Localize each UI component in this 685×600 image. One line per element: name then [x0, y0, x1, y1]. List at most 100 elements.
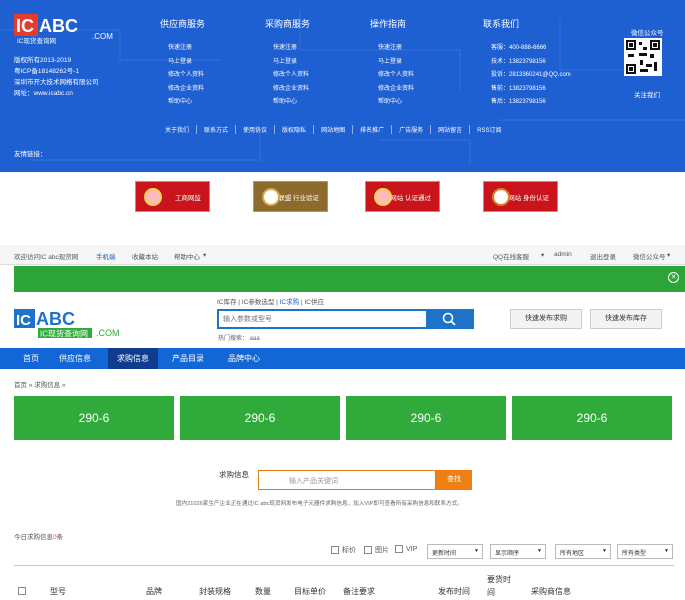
welcome-text: 欢迎访问IC abc现货网 — [14, 254, 79, 261]
icabc-logo[interactable]: IC ABC IC现货查询网 .COM — [14, 14, 134, 44]
footer-bottom-link[interactable]: 排名推广 — [353, 125, 393, 134]
publish-stock-button[interactable]: 快速发布库存 — [590, 309, 662, 329]
contact-line: 售前：13823798156 — [491, 85, 546, 92]
badge-label: 工商网监 — [175, 194, 201, 202]
badge-security[interactable]: 安全联盟 行业验证 — [253, 181, 328, 212]
footer-link[interactable]: 修改个人资料 — [265, 69, 310, 83]
footer-link[interactable]: 修改企业资料 — [370, 83, 414, 97]
order-select[interactable]: 显示顺序 — [490, 544, 546, 559]
nav-products[interactable]: 产品目录 — [163, 348, 213, 369]
footer-link[interactable]: 快速注册 — [265, 42, 310, 56]
search-input[interactable] — [219, 311, 419, 327]
checkbox[interactable] — [331, 546, 339, 554]
footer-bottom-link[interactable]: 版权隐私 — [275, 125, 315, 134]
footer-bottom-link[interactable]: RSS订阅 — [470, 125, 508, 134]
friend-links-label: 友情链接： — [14, 151, 47, 158]
checkbox[interactable] — [364, 546, 372, 554]
footer-link[interactable]: 马上登录 — [160, 56, 205, 70]
footer-col-buyer: 采购商服务 快速注册 马上登录 修改个人资料 修改企业资料 帮助中心 — [265, 17, 310, 110]
today-count: 今日求购信息0条 — [14, 531, 63, 541]
username-link[interactable]: admin — [554, 251, 572, 258]
footer-col-guide: 操作指南 快速注册 马上登录 修改个人资料 修改企业资料 帮助中心 — [370, 17, 414, 110]
footer-bottom-link[interactable]: 网站留言 — [431, 125, 471, 134]
favorite-link[interactable]: 收藏本站 — [132, 251, 158, 261]
footer-bottom-link[interactable]: 使用协议 — [236, 125, 276, 134]
top-bar: 欢迎访问IC abc现货网 手机端 收藏本站 帮助中心 ▾ QQ在线客服 ▾ a… — [0, 245, 685, 265]
svg-text:.COM: .COM — [92, 32, 113, 41]
promo-box[interactable]: 290-6 — [512, 396, 672, 440]
footer-link[interactable]: 帮助中心 — [160, 96, 205, 110]
footer-col-title: 操作指南 — [370, 19, 407, 29]
wechat-link[interactable]: 微信公众号 — [633, 251, 666, 261]
search-button[interactable] — [426, 311, 472, 327]
promo-box[interactable]: 290-6 — [180, 396, 340, 440]
col-delivery-time: 要货时间 — [487, 575, 511, 597]
close-icon[interactable]: ✕ — [668, 272, 679, 283]
col-quantity: 数量 — [255, 587, 271, 596]
badge-gongshang[interactable]: 工商网监 — [135, 181, 210, 212]
promo-box[interactable]: 290-6 — [14, 396, 174, 440]
copyright-text: 版权所有2013-2019 — [14, 57, 72, 64]
filter-label: VIP — [406, 545, 418, 553]
green-banner: ✕ — [14, 266, 685, 292]
footer-links-bar: 关于我们 联系方式 使用协议 版权隐私 网站地图 排名推广 广告服务 网站留言 … — [158, 125, 508, 134]
today-suffix: 条 — [56, 534, 64, 541]
footer-link[interactable]: 修改个人资料 — [160, 69, 205, 83]
footer-link[interactable]: 马上登录 — [265, 56, 310, 70]
divider — [14, 565, 674, 566]
nav-supply[interactable]: 供应信息 — [50, 348, 100, 369]
tab-ic-supply[interactable]: IC供应 — [304, 299, 324, 306]
svg-text:IC现货查询网: IC现货查询网 — [40, 329, 88, 339]
trust-badges: 工商网监 安全联盟 行业验证 实名网站 认证通过 可信网站 身份认证 — [0, 181, 685, 213]
icabc-logo[interactable]: IC ABC IC现货查询网 .COM — [14, 308, 132, 340]
footer-bottom-link[interactable]: 网站地图 — [314, 125, 354, 134]
footer-link[interactable]: 马上登录 — [370, 56, 414, 70]
footer-link[interactable]: 快速注册 — [370, 42, 414, 56]
sort-time-select[interactable]: 更新时间 — [427, 544, 483, 559]
filter-price[interactable]: 标价 — [331, 545, 356, 555]
footer-link[interactable]: 快速注册 — [160, 42, 205, 56]
type-select[interactable]: 所有类型 — [617, 544, 673, 559]
footer-link[interactable]: 修改企业资料 — [160, 83, 205, 97]
nav-buy[interactable]: 求购信息 — [108, 348, 158, 369]
publish-buy-button[interactable]: 快速发布求购 — [510, 309, 582, 329]
footer-bottom-link[interactable]: 联系方式 — [197, 125, 237, 134]
footer-col-title: 联系我们 — [483, 19, 520, 29]
col-brand: 品牌 — [146, 587, 162, 596]
nav-home[interactable]: 首页 — [14, 348, 48, 369]
footer-link[interactable]: 修改个人资料 — [370, 69, 414, 83]
footer-link[interactable]: 修改企业资料 — [265, 83, 310, 97]
filter-vip[interactable]: VIP — [395, 545, 417, 553]
seal-icon — [144, 188, 162, 206]
svg-text:IC: IC — [16, 16, 34, 36]
checkbox[interactable] — [395, 545, 403, 553]
mobile-link[interactable]: 手机端 — [96, 251, 116, 261]
badge-trusted[interactable]: 可信网站 身份认证 — [483, 181, 558, 212]
vip-note: 国内21026家生产企业正在通过IC abc现货网发布电子元器件求购信息，加入V… — [176, 501, 463, 507]
hot-search[interactable]: 热门搜索： aaa — [218, 333, 260, 342]
footer-link[interactable]: 帮助中心 — [265, 96, 310, 110]
badge-realname[interactable]: 实名网站 认证通过 — [365, 181, 440, 212]
keyword-input[interactable]: 输入产品关键词 — [258, 470, 436, 490]
contact-line: 售后：13823798156 — [491, 99, 546, 105]
qq-service-link[interactable]: QQ在线客服 — [493, 251, 529, 261]
qr-title: 微信公众号 — [631, 30, 664, 37]
tab-ic-buy[interactable]: IC求购 — [280, 299, 300, 306]
select-all-checkbox[interactable] — [18, 587, 26, 595]
tab-ic-params[interactable]: IC参数选型 — [242, 299, 275, 306]
nav-brands[interactable]: 品牌中心 — [219, 348, 269, 369]
help-link[interactable]: 帮助中心 — [174, 251, 200, 261]
logout-link[interactable]: 退出登录 — [590, 251, 616, 261]
seal-icon — [374, 188, 392, 206]
seal-icon — [492, 188, 510, 206]
tab-ic-stock[interactable]: IC库存 — [217, 299, 237, 306]
region-select[interactable]: 所有地区 — [555, 544, 611, 559]
filter-image[interactable]: 图片 — [364, 545, 389, 555]
footer-link[interactable]: 帮助中心 — [370, 96, 414, 110]
footer-bottom-link[interactable]: 广告服务 — [392, 125, 432, 134]
find-button[interactable]: 查找 — [436, 470, 472, 490]
footer-bottom-link[interactable]: 关于我们 — [158, 125, 198, 134]
footer-col-title: 供应商服务 — [160, 19, 206, 29]
promo-box[interactable]: 290-6 — [346, 396, 506, 440]
breadcrumb[interactable]: 首页 » 求购信息 » — [14, 379, 66, 389]
